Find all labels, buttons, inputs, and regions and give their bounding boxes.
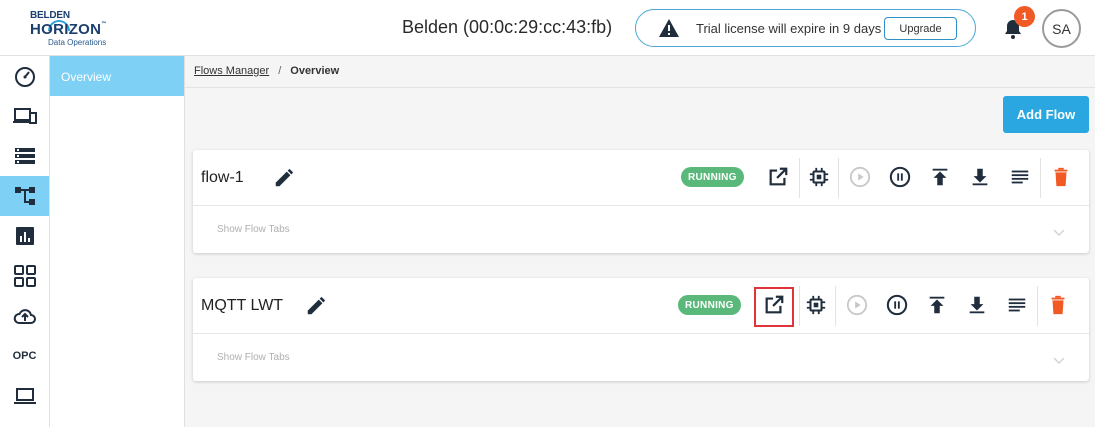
lines-list-icon — [1011, 170, 1029, 184]
delete-button[interactable] — [1048, 164, 1074, 190]
chevron-down-icon[interactable] — [1053, 354, 1065, 366]
status-badge: RUNNING — [678, 295, 741, 315]
chip-icon — [809, 167, 829, 187]
rail-item-dashboard[interactable] — [0, 56, 49, 96]
download-arrow-icon — [972, 168, 988, 186]
breadcrumb: Flows Manager / Overview — [185, 56, 1095, 88]
notification-badge: 1 — [1014, 6, 1035, 27]
belden-horizon-logo[interactable]: BELDEN HORIZON™ Data Operations — [30, 10, 140, 48]
show-flow-tabs-toggle[interactable]: Show Flow Tabs — [217, 224, 290, 235]
pause-button[interactable] — [887, 164, 913, 190]
play-button[interactable] — [844, 292, 870, 318]
pause-button[interactable] — [884, 292, 910, 318]
warning-icon — [659, 19, 679, 37]
rail-item-apps[interactable] — [0, 256, 49, 296]
logo-line-1: BELDEN — [30, 10, 70, 21]
flow-name: flow-1 — [201, 169, 244, 186]
bar-chart-icon — [15, 227, 34, 245]
chevron-down-icon[interactable] — [1053, 226, 1065, 238]
cloud-upload-icon — [13, 309, 36, 324]
trial-license-text: Trial license will expire in 9 days — [696, 21, 882, 36]
grid-apps-icon — [13, 265, 36, 287]
rail-item-devices[interactable] — [0, 96, 49, 136]
devices-icon — [12, 108, 37, 124]
divider — [1037, 286, 1038, 326]
highlight-box — [754, 287, 794, 327]
divider — [838, 158, 839, 198]
edit-pencil-icon[interactable] — [305, 295, 327, 317]
upload-arrow-icon — [929, 296, 945, 314]
divider — [835, 286, 836, 326]
top-header: BELDEN HORIZON™ Data Operations Belden (… — [0, 0, 1095, 56]
add-flow-button[interactable]: Add Flow — [1003, 96, 1089, 133]
show-flow-tabs-toggle[interactable]: Show Flow Tabs — [217, 352, 290, 363]
divider — [799, 286, 800, 326]
rail-item-storage[interactable] — [0, 136, 49, 176]
chip-icon — [806, 295, 826, 315]
flow-card-header: MQTT LWT RUNNING — [193, 278, 1089, 334]
sidebar-item-overview[interactable]: Overview — [50, 56, 184, 96]
trash-icon — [1051, 295, 1065, 315]
breadcrumb-separator: / — [278, 65, 282, 77]
device-title: Belden (00:0c:29:cc:43:fb) — [402, 17, 613, 37]
rail-item-cloud-upload[interactable] — [0, 296, 49, 336]
play-circle-icon — [846, 294, 868, 316]
trash-icon — [1054, 167, 1068, 187]
flow-card: MQTT LWT RUNNING Show Flow Tabs — [193, 278, 1089, 381]
open-external-button[interactable] — [765, 164, 791, 190]
edit-pencil-icon[interactable] — [273, 167, 295, 189]
delete-button[interactable] — [1045, 292, 1071, 318]
flow-card: flow-1 RUNNING Show Flow Tabs — [193, 150, 1089, 253]
laptop-icon — [13, 388, 36, 404]
play-button[interactable] — [847, 164, 873, 190]
opc-label: OPC — [12, 350, 37, 362]
user-avatar[interactable]: SA — [1042, 9, 1081, 48]
icon-rail: OPC — [0, 56, 50, 427]
flow-tree-icon — [14, 187, 35, 205]
deploy-chip-button[interactable] — [803, 292, 829, 318]
pause-circle-icon — [886, 294, 908, 316]
rail-item-opc[interactable]: OPC — [0, 336, 49, 376]
rail-item-flows[interactable] — [0, 176, 49, 216]
download-button[interactable] — [964, 292, 990, 318]
upload-button[interactable] — [924, 292, 950, 318]
flow-card-header: flow-1 RUNNING — [193, 150, 1089, 206]
divider — [799, 158, 800, 198]
deploy-chip-button[interactable] — [806, 164, 832, 190]
status-badge: RUNNING — [681, 167, 744, 187]
logo-line-3: Data Operations — [48, 38, 107, 47]
pause-circle-icon — [889, 166, 911, 188]
breadcrumb-flows-manager-link[interactable]: Flows Manager — [194, 65, 269, 77]
upload-arrow-icon — [932, 168, 948, 186]
rail-item-computer[interactable] — [0, 376, 49, 416]
download-button[interactable] — [967, 164, 993, 190]
play-circle-icon — [849, 166, 871, 188]
download-arrow-icon — [969, 296, 985, 314]
speedometer-icon — [14, 67, 35, 87]
open-external-icon — [769, 167, 788, 186]
logo-line-2: HORIZON™ — [30, 21, 107, 38]
breadcrumb-current: Overview — [290, 65, 340, 77]
flow-name: MQTT LWT — [201, 297, 284, 314]
server-list-icon — [14, 148, 35, 164]
trial-license-banner: Trial license will expire in 9 days Upgr… — [635, 9, 976, 47]
secondary-sidebar: Overview — [50, 56, 185, 427]
divider — [1040, 158, 1041, 198]
rail-item-analytics[interactable] — [0, 216, 49, 256]
logs-button[interactable] — [1007, 164, 1033, 190]
logs-button[interactable] — [1004, 292, 1030, 318]
upgrade-button[interactable]: Upgrade — [884, 17, 957, 40]
lines-list-icon — [1008, 298, 1026, 312]
upload-button[interactable] — [927, 164, 953, 190]
